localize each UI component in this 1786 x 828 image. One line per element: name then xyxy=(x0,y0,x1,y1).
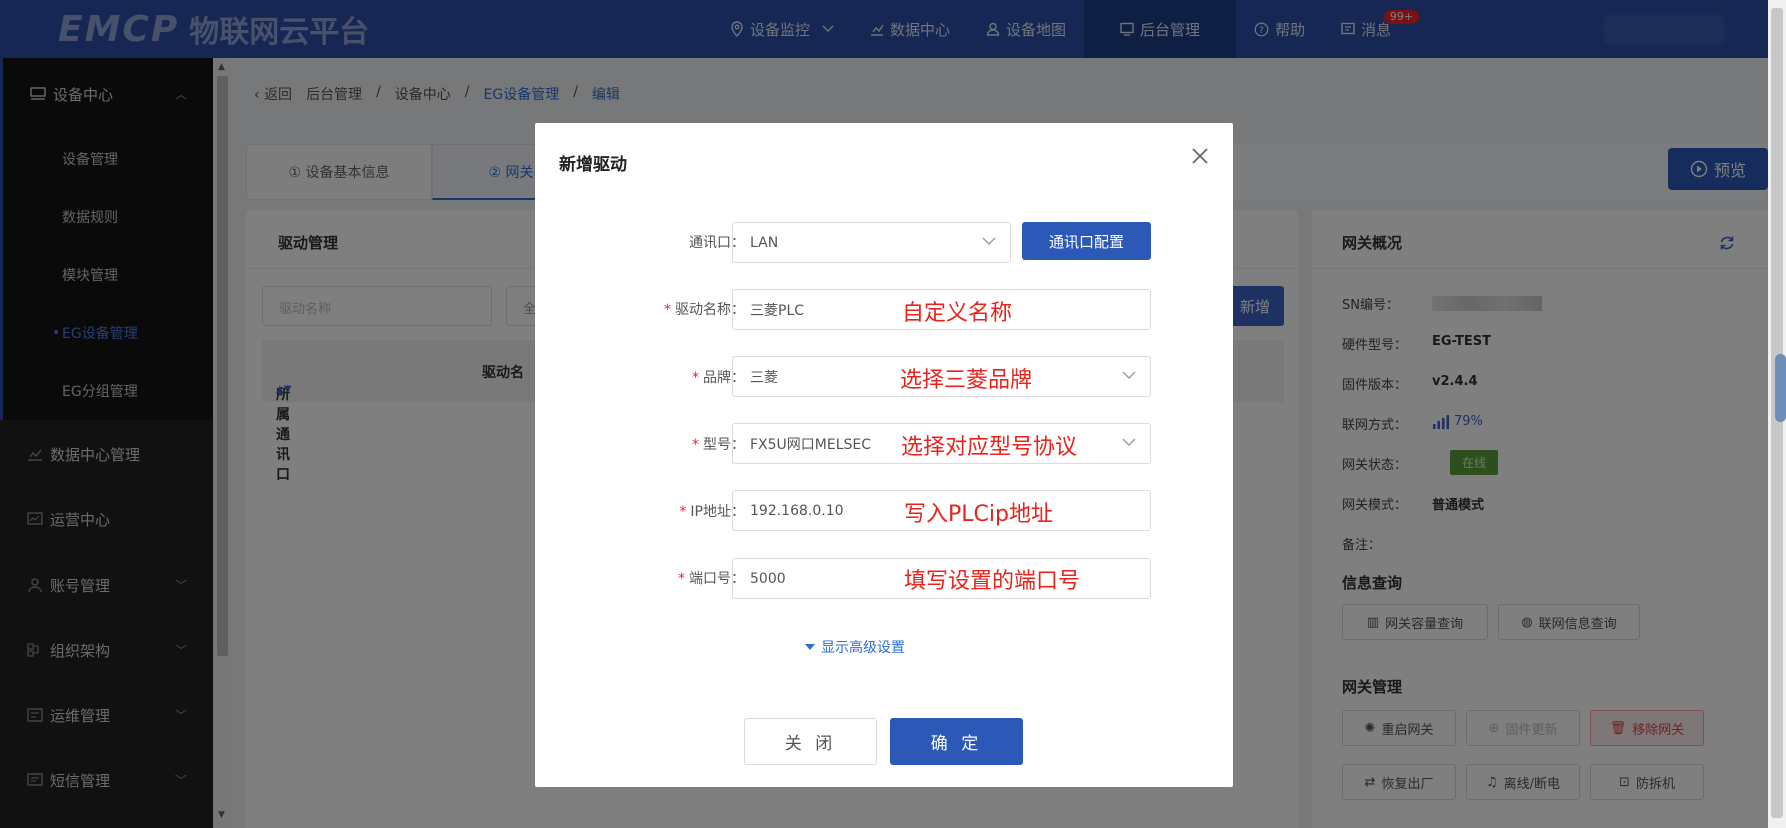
annotation-ip: 写入PLCip地址 xyxy=(904,502,1053,527)
side-widget-handle[interactable] xyxy=(1775,354,1786,422)
advanced-label: 显示高级设置 xyxy=(821,640,905,656)
chevron-down-icon xyxy=(982,237,996,245)
annotation-port-number: 填写设置的端口号 xyxy=(904,569,1081,594)
port-select[interactable]: LAN xyxy=(732,222,1011,263)
model-value: FX5U网口MELSEC xyxy=(750,436,872,453)
close-icon[interactable] xyxy=(1189,145,1211,167)
required-mark: * xyxy=(664,302,671,318)
port-number-value: 5000 xyxy=(750,570,786,587)
page-scrollbar[interactable] xyxy=(1768,0,1786,828)
required-mark: * xyxy=(678,571,685,587)
port-label: 通讯口： xyxy=(575,232,745,252)
confirm-button[interactable]: 确 定 xyxy=(890,718,1023,765)
chevron-down-icon xyxy=(1122,438,1136,446)
brand-value: 三菱 xyxy=(750,369,778,386)
annotation-brand: 选择三菱品牌 xyxy=(900,368,1033,393)
required-mark: * xyxy=(692,370,699,386)
port-value: LAN xyxy=(750,234,779,251)
required-mark: * xyxy=(692,437,699,453)
show-advanced-settings-link[interactable]: 显示高级设置 xyxy=(805,637,905,657)
annotation-custom-name: 自定义名称 xyxy=(902,301,1013,326)
driver-name-label: * 驱动名称： xyxy=(575,299,745,319)
add-driver-dialog: 新增驱动 通讯口： LAN 通讯口配置 * 驱动名称： 三菱PLC 自定义名称 *… xyxy=(535,123,1233,787)
brand-label: * 品牌： xyxy=(575,367,745,387)
driver-name-value: 三菱PLC xyxy=(750,302,805,319)
ip-value: 192.168.0.10 xyxy=(750,502,844,519)
required-mark: * xyxy=(679,504,687,520)
port-config-button[interactable]: 通讯口配置 xyxy=(1022,222,1151,260)
model-label: * 型号： xyxy=(575,434,745,454)
close-button[interactable]: 关 闭 xyxy=(744,718,877,765)
port-number-label: * 端口号： xyxy=(575,568,745,588)
dialog-title: 新增驱动 xyxy=(559,155,627,175)
ip-label: * IP地址： xyxy=(575,501,745,521)
annotation-model: 选择对应型号协议 xyxy=(901,435,1078,460)
chevron-down-icon xyxy=(1122,371,1136,379)
